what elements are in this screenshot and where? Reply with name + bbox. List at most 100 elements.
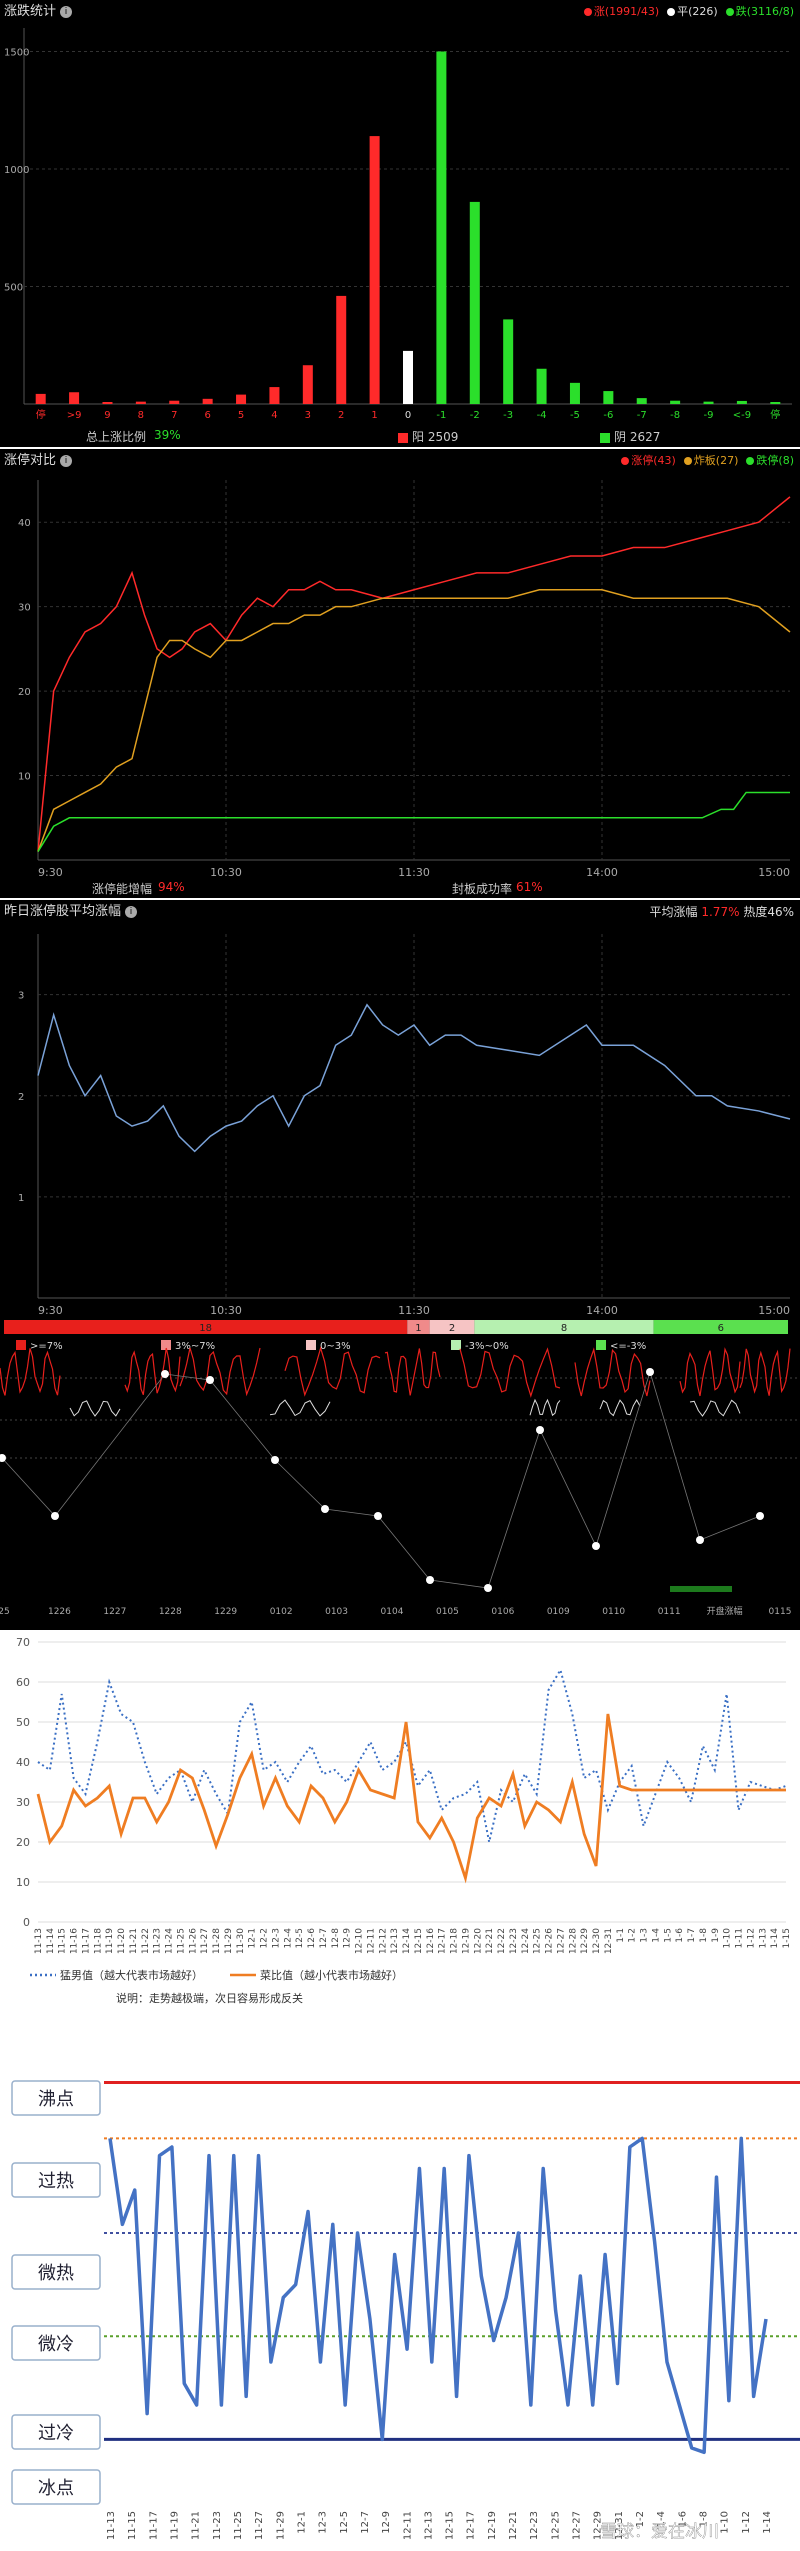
x-tick-label: 5 [238, 410, 244, 421]
x-tick-label: <-9 [733, 410, 751, 421]
bar-15 [536, 368, 547, 404]
x-tick-label: 12-30 [592, 1928, 602, 1954]
info-icon[interactable]: i [60, 5, 73, 18]
bar-11 [403, 350, 413, 404]
y-tick-label: 2 [18, 1092, 24, 1103]
x-tick-label: 12-21 [485, 1928, 495, 1954]
bar-19 [670, 400, 681, 404]
y-tick-label: 30 [18, 603, 31, 614]
x-tick-label: 12-17 [438, 1928, 448, 1954]
x-tick-label: 9 [104, 410, 110, 421]
x-tick-label: 4 [271, 410, 277, 421]
x-tick-label: 12-10 [355, 1928, 365, 1954]
limit-increase-value: 94% [158, 880, 185, 894]
x-tick-label: 1-13 [758, 1928, 768, 1948]
dist-segment-label: 18 [199, 1323, 212, 1334]
x-tick-label: 11-30 [236, 1928, 246, 1954]
day-dot-1 [51, 1512, 59, 1520]
bar-0 [35, 393, 46, 404]
x-tick-label: 12-27 [556, 1928, 566, 1954]
x-tick-label: 12-4 [283, 1928, 293, 1949]
watermark-text: 雪球：爱在冰川 [600, 2522, 719, 2542]
x-tick-label: 12-20 [473, 1928, 483, 1954]
x-tick-label: 12-24 [521, 1928, 531, 1954]
x-tick-label: 11-27 [254, 2511, 265, 2540]
x-tick-label: 12-18 [450, 1928, 460, 1954]
y-tick-label: 0 [23, 1916, 30, 1929]
day-dot-9 [536, 1426, 544, 1434]
x-tick-label: 1-12 [741, 2511, 752, 2534]
date-label: 25 [0, 1607, 10, 1617]
avg-gain-value: 1.77% [701, 905, 740, 919]
legend-label: 猛男值（越大代表市场越好） [60, 1968, 203, 1982]
y-tick-label: 20 [16, 1836, 30, 1849]
x-tick-label: 1-7 [687, 1928, 697, 1943]
dist-segment-label: 1 [415, 1323, 421, 1334]
x-tick-label: 1 [371, 410, 377, 421]
panel1-title: 涨跌统计 [4, 4, 57, 19]
dist-legend-label: >=7% [30, 1341, 63, 1352]
info-icon[interactable]: i [125, 905, 138, 918]
x-tick-label: 1-3 [640, 1928, 650, 1943]
bar-16 [569, 382, 580, 404]
x-tick-label: 12-8 [331, 1928, 341, 1949]
sentiment-line [108, 2136, 768, 2455]
bar-9 [336, 295, 347, 404]
day-line-white-0 [69, 1400, 121, 1417]
x-tick-label: 1-10 [723, 1928, 733, 1949]
x-tick-label: -7 [637, 410, 647, 421]
x-tick-label: 12-19 [487, 2511, 498, 2540]
x-tick-label: 8 [138, 410, 144, 421]
y-tick-label: 70 [16, 1636, 30, 1649]
x-tick-label: 12-1 [296, 2511, 307, 2534]
x-tick-label: 1-12 [746, 1928, 756, 1948]
x-tick-label: 11-19 [169, 2511, 180, 2540]
bar-22 [770, 402, 781, 404]
date-label: 0111 [658, 1607, 681, 1617]
y-tick-label: 3 [18, 991, 24, 1002]
x-tick-label: 11-23 [153, 1928, 163, 1954]
x-tick-label: 14:00 [586, 1304, 618, 1317]
x-tick-label: 11-17 [148, 2511, 159, 2540]
x-tick-label: 12-14 [402, 1928, 412, 1954]
zone-label: 微热 [38, 2263, 74, 2284]
x-tick-label: 12-5 [339, 2511, 350, 2534]
date-label: 0115 [769, 1607, 792, 1617]
index-compare-chart: 0 10 20 30 40 50 60 70 11-13 11-14 11-15 11-16 11-17… [16, 1636, 792, 2005]
x-tick-label: 12-12 [378, 1928, 388, 1954]
x-tick-label: 9:30 [38, 866, 63, 879]
y-tick-label: 1500 [4, 48, 29, 59]
x-tick-label: 11-24 [165, 1928, 175, 1954]
day-dot-6 [374, 1512, 382, 1520]
bar-8 [302, 365, 313, 404]
day-dot-10 [592, 1542, 600, 1550]
distribution-and-days-chart: 18 1 2 8 6 >=7% 3%~7% 0~3% -3%~0% <=-3% 25 1226 1227… [0, 1320, 800, 1617]
zone-label: 过冷 [38, 2423, 74, 2444]
dist-segment-label: 6 [718, 1323, 724, 1334]
x-tick-label: 12-27 [572, 2511, 583, 2540]
x-tick-label: 12-31 [604, 1928, 614, 1954]
x-tick-label: 12-1 [248, 1928, 258, 1948]
y-tick-label: 40 [18, 518, 31, 529]
p2-legend-dot-1 [683, 457, 692, 465]
x-tick-label: -4 [537, 410, 547, 421]
panel3-title: 昨日涨停股平均涨幅 [4, 904, 122, 919]
x-tick-label: 1-5 [663, 1928, 673, 1943]
x-tick-label: 7 [171, 410, 177, 421]
date-label: 1228 [159, 1607, 182, 1617]
x-tick-label: 12-21 [508, 2511, 519, 2540]
y-tick-label: 20 [18, 687, 31, 698]
x-tick-label: 11-18 [93, 1928, 103, 1954]
info-icon[interactable]: i [60, 454, 73, 467]
x-tick-label: 12-3 [271, 1928, 281, 1948]
x-tick-label: 12-3 [318, 2511, 329, 2534]
panel1-header: 涨跌统计 i 涨(1991/43) 平(226) 跌(3116/8) [0, 0, 800, 24]
seal-rate-value: 61% [516, 880, 543, 894]
x-tick-label: 11-13 [34, 1928, 44, 1954]
avg-gain-label: 平均涨幅 [649, 905, 698, 919]
seal-rate-label: 封板成功率 [452, 882, 513, 896]
x-tick-label: 12-9 [381, 2511, 392, 2534]
p1-legend-dot-0 [583, 8, 592, 16]
down-count: 阴 2627 [614, 430, 661, 444]
dist-legend-label: 3%~7% [175, 1341, 215, 1352]
